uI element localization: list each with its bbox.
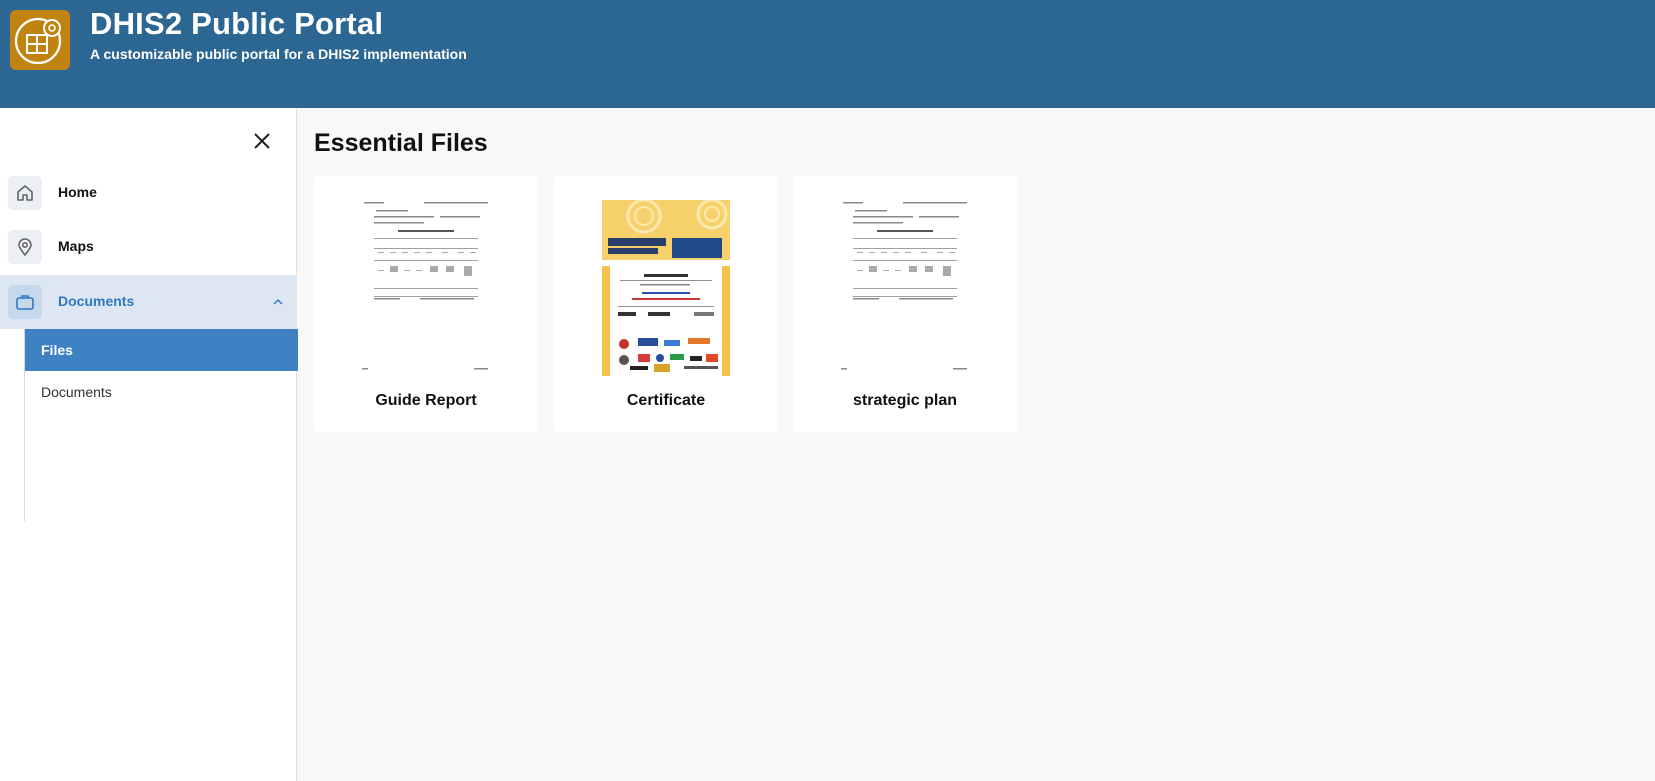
subnav-item-label: Documents [41, 384, 112, 400]
documents-subnav: Files Documents [24, 329, 298, 521]
sidebar-item-label: Maps [58, 238, 94, 254]
document-thumbnail [354, 200, 498, 376]
app-subtitle: A customizable public portal for a DHIS2… [90, 46, 467, 62]
subnav-item-documents[interactable]: Documents [25, 371, 298, 413]
sidebar-item-label: Documents [58, 293, 135, 309]
briefcase-icon [8, 285, 42, 319]
page-title: Essential Files [314, 129, 488, 157]
document-thumbnail [833, 200, 977, 376]
home-icon [8, 176, 42, 210]
sidebar-item-home[interactable]: Home [0, 166, 297, 220]
sidebar-item-label: Home [58, 184, 97, 200]
app-title: DHIS2 Public Portal [90, 6, 384, 41]
file-card-label: strategic plan [852, 392, 958, 409]
dhis2-logo-icon[interactable] [10, 10, 70, 70]
file-card[interactable]: Guide Report [314, 176, 538, 432]
app-header: DHIS2 Public Portal A customizable publi… [0, 0, 1655, 108]
sidebar-item-maps[interactable]: Maps [0, 220, 297, 274]
file-card-label: Guide Report [375, 392, 477, 409]
subnav-item-files[interactable]: Files [25, 329, 298, 371]
sidebar-item-documents[interactable]: Documents [0, 275, 297, 329]
file-card-label: Certificate [626, 392, 706, 409]
certificate-thumbnail [602, 200, 730, 376]
map-pin-icon [8, 230, 42, 264]
chevron-up-icon[interactable] [272, 296, 284, 308]
subnav-item-label: Files [41, 342, 73, 358]
file-card[interactable]: strategic plan [793, 176, 1017, 432]
close-icon [254, 133, 270, 149]
file-card[interactable]: Certificate [554, 176, 778, 432]
close-sidebar-button[interactable] [247, 126, 277, 156]
sidebar: Home Maps Documents Files Documents [0, 108, 298, 781]
